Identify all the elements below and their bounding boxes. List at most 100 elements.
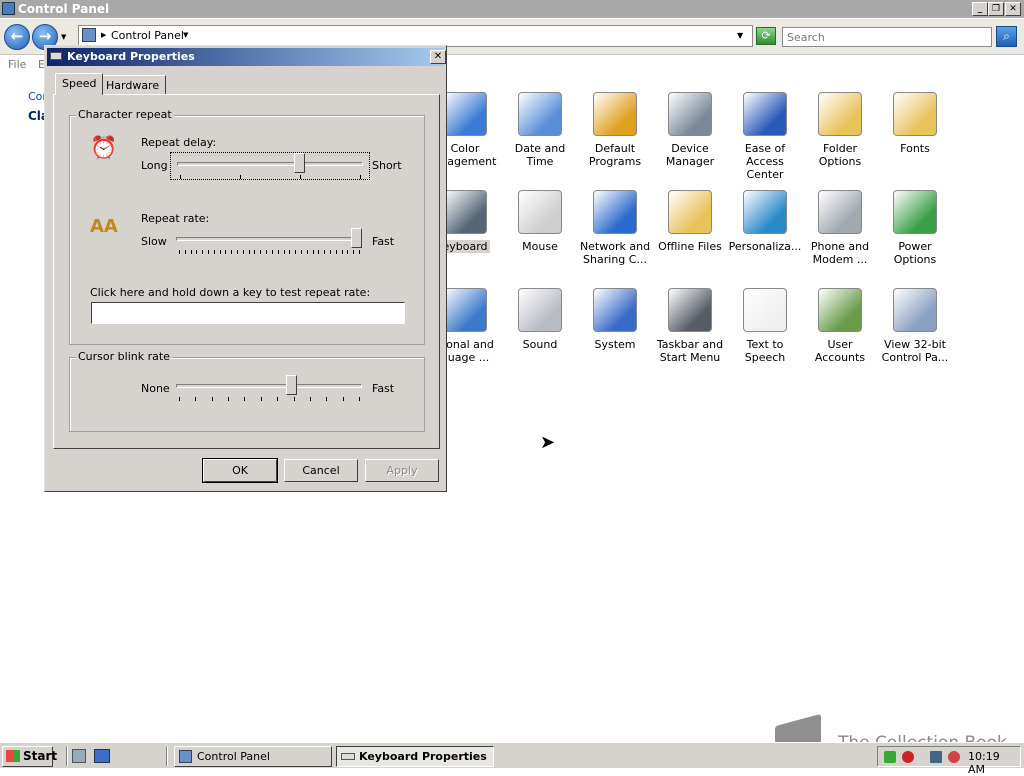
repeat-delay-max-label: Short <box>372 159 402 172</box>
regional-icon <box>443 288 487 332</box>
slider-tick <box>202 250 204 254</box>
cancel-button[interactable]: Cancel <box>284 459 358 482</box>
cp-item-device-manager[interactable]: Device Manager <box>652 92 728 168</box>
slider-tick <box>335 250 337 254</box>
repeat-delay-slider[interactable] <box>170 152 370 180</box>
back-button[interactable]: ← <box>4 24 30 50</box>
keyboard-icon <box>443 190 487 234</box>
restore-button[interactable]: ❐ <box>988 2 1004 16</box>
cp-item-mouse[interactable]: Mouse <box>502 190 578 253</box>
cp-item-view-32bit[interactable]: View 32-bit Control Pa... <box>877 288 953 364</box>
tab-speed[interactable]: Speed <box>55 73 104 95</box>
cp-item-fonts[interactable]: Fonts <box>877 92 953 155</box>
cp-item-ease-of-access[interactable]: Ease of Access Center <box>727 92 803 181</box>
slider-tick <box>180 175 181 179</box>
repeat-delay-thumb[interactable] <box>294 153 306 173</box>
tab-hardware[interactable]: Hardware <box>99 75 167 95</box>
cp-item-user-accounts[interactable]: User Accounts <box>802 288 878 364</box>
taskbar-icon <box>668 288 712 332</box>
cp-item-label: Taskbar and Start Menu <box>656 338 724 364</box>
cp-item-phone-modem[interactable]: Phone and Modem ... <box>802 190 878 266</box>
slider-tick <box>240 175 241 179</box>
cp-item-label: Offline Files <box>658 240 722 253</box>
minimize-button[interactable]: _ <box>972 2 988 16</box>
test-repeat-input[interactable] <box>91 302 405 324</box>
slider-tick <box>254 250 256 254</box>
slider-tick <box>266 250 268 254</box>
slider-tick <box>293 397 295 401</box>
cp-item-folder-options[interactable]: Folder Options <box>802 92 878 168</box>
slider-tick <box>324 250 326 254</box>
network-icon <box>593 190 637 234</box>
text-to-speech-icon <box>743 288 787 332</box>
refresh-icon[interactable]: ⟳ <box>756 27 776 45</box>
cp-item-label: User Accounts <box>814 338 866 364</box>
power-options-icon <box>893 190 937 234</box>
slider-tick <box>190 250 192 254</box>
breadcrumb-control-panel[interactable]: Control Panel <box>111 29 184 42</box>
slider-tick <box>179 397 180 401</box>
mouse-icon <box>518 190 562 234</box>
search-input[interactable]: Search <box>782 27 992 47</box>
slider-tick <box>195 397 197 401</box>
breadcrumb-chevron-icon[interactable]: ▶ <box>101 31 106 39</box>
cp-item-label: View 32-bit Control Pa... <box>881 338 949 364</box>
dialog-close-button[interactable]: ✕ <box>430 50 446 64</box>
slider-tick <box>213 250 215 254</box>
slider-tick <box>353 250 355 254</box>
address-box[interactable]: ▶ Control Panel ▼ ▼ <box>78 25 753 47</box>
taskbar-divider <box>166 747 168 766</box>
slider-tick <box>277 397 279 401</box>
repeat-delay-label: Repeat delay: <box>141 136 217 149</box>
default-programs-icon <box>593 92 637 136</box>
network-icon[interactable] <box>930 751 942 763</box>
quicklaunch-divider <box>66 747 68 766</box>
repeat-rate-label: Repeat rate: <box>141 212 210 225</box>
task-control-panel[interactable]: Control Panel <box>174 746 332 767</box>
volume-muted-icon[interactable] <box>948 751 960 763</box>
repeat-rate-thumb[interactable] <box>351 228 362 248</box>
breadcrumb-dropdown-icon[interactable]: ▼ <box>183 31 188 39</box>
cp-item-date-time[interactable]: Date and Time <box>502 92 578 168</box>
cp-item-default-programs[interactable]: Default Programs <box>577 92 653 168</box>
clock[interactable]: 10:19 AM <box>968 750 1020 776</box>
personalization-icon <box>743 190 787 234</box>
cp-item-offline-files[interactable]: Offline Files <box>652 190 728 253</box>
cp-item-taskbar[interactable]: Taskbar and Start Menu <box>652 288 728 364</box>
cp-item-personalization[interactable]: Personaliza... <box>727 190 803 253</box>
cp-item-power-options[interactable]: Power Options <box>877 190 953 266</box>
slider-tick <box>219 250 221 254</box>
cp-item-network[interactable]: Network and Sharing C... <box>577 190 653 266</box>
cp-item-text-to-speech[interactable]: Text to Speech <box>727 288 803 364</box>
control-panel-icon <box>82 28 96 42</box>
slider-tick <box>208 250 210 254</box>
slider-tick <box>300 175 301 179</box>
menu-file[interactable]: File <box>8 58 26 71</box>
ok-button[interactable]: OK <box>202 458 278 483</box>
fonts-icon <box>893 92 937 136</box>
alert-icon[interactable] <box>902 751 914 763</box>
repeat-rate-icon: AA <box>90 216 118 237</box>
apply-button[interactable]: Apply <box>365 459 439 482</box>
show-desktop-icon[interactable] <box>94 749 110 763</box>
cp-item-system[interactable]: System <box>577 288 653 351</box>
server-manager-icon[interactable] <box>72 749 86 763</box>
search-icon[interactable]: ⌕ <box>996 26 1017 47</box>
repeat-rate-slider[interactable] <box>170 228 370 256</box>
close-button[interactable]: ✕ <box>1005 2 1021 16</box>
cp-item-label: Ease of Access Center <box>744 142 786 181</box>
cursor-blink-thumb[interactable] <box>286 375 298 395</box>
repeat-rate-min-label: Slow <box>141 235 167 248</box>
test-repeat-label: Click here and hold down a key to test r… <box>90 286 371 299</box>
start-button[interactable]: Start <box>2 746 57 767</box>
security-shield-icon[interactable] <box>884 751 896 763</box>
task-keyboard-properties[interactable]: Keyboard Properties <box>336 746 494 767</box>
slider-tick <box>260 397 262 401</box>
repeat-delay-ticks <box>180 175 361 179</box>
recent-pages-chevron-icon[interactable]: ▼ <box>61 33 66 41</box>
address-dropdown-icon[interactable]: ▼ <box>737 31 743 40</box>
cursor-blink-slider[interactable] <box>170 375 370 403</box>
cp-item-sound[interactable]: Sound <box>502 288 578 351</box>
slider-tick <box>237 250 239 254</box>
slider-tick <box>295 250 297 254</box>
